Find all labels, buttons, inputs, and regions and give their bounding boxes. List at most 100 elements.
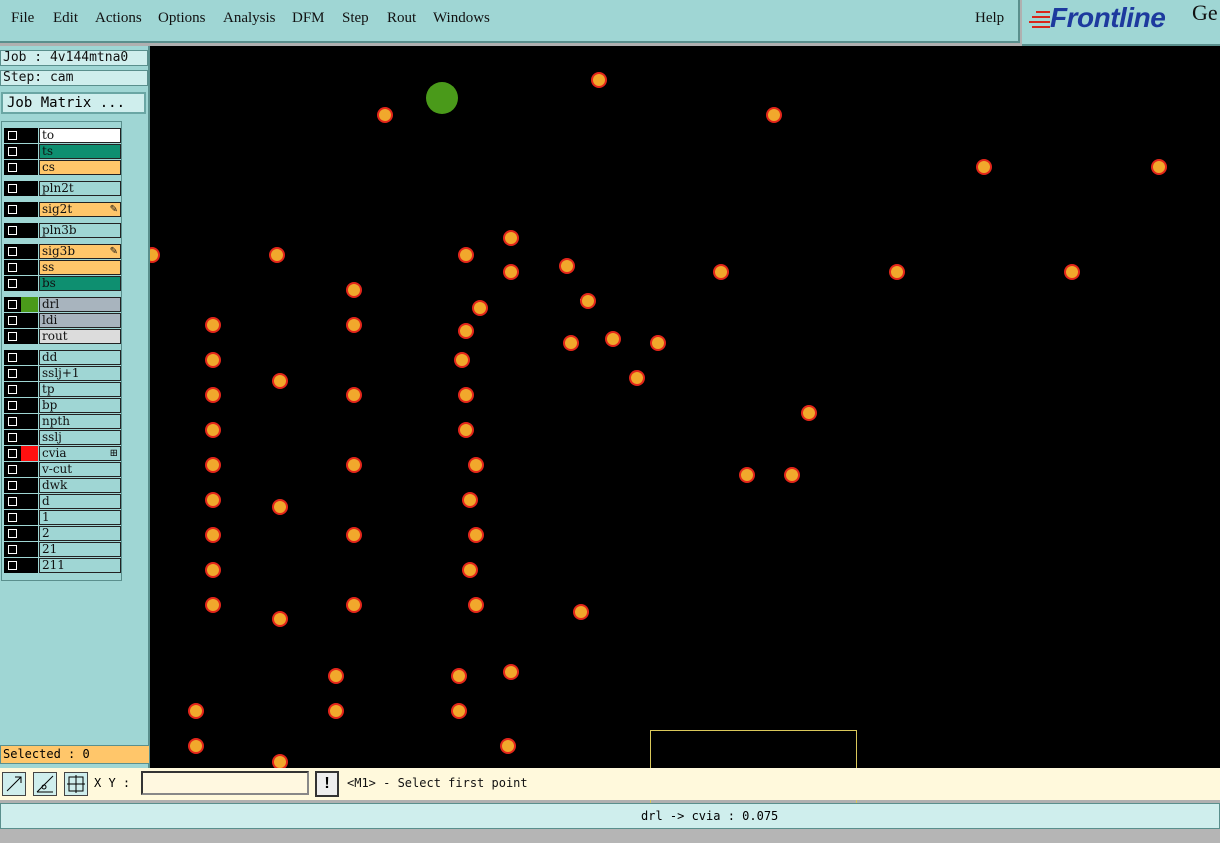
layer-row-ts[interactable]: ts bbox=[4, 144, 122, 159]
layer-row-pln2t[interactable]: pln2t bbox=[4, 181, 122, 196]
layer-name[interactable]: pln3b bbox=[39, 223, 121, 238]
menu-edit[interactable]: Edit bbox=[53, 10, 78, 27]
layer-checkbox[interactable] bbox=[4, 313, 21, 328]
layer-row-v-cut[interactable]: v-cut bbox=[4, 462, 122, 477]
layer-checkbox[interactable] bbox=[4, 297, 21, 312]
layer-row-bp[interactable]: bp bbox=[4, 398, 122, 413]
layer-row-tp[interactable]: tp bbox=[4, 382, 122, 397]
layer-checkbox[interactable] bbox=[4, 144, 21, 159]
layer-checkbox[interactable] bbox=[4, 430, 21, 445]
layer-row-ss[interactable]: ss bbox=[4, 260, 122, 275]
layer-name[interactable]: sig2t ✎ bbox=[39, 202, 121, 217]
layer-name[interactable]: to bbox=[39, 128, 121, 143]
menu-file[interactable]: File bbox=[11, 10, 34, 27]
layer-name[interactable]: ss bbox=[39, 260, 121, 275]
layer-checkbox[interactable] bbox=[4, 526, 21, 541]
layer-name[interactable]: dwk bbox=[39, 478, 121, 493]
layer-checkbox[interactable] bbox=[4, 160, 21, 175]
layer-row-sslj[interactable]: sslj bbox=[4, 430, 122, 445]
layer-name[interactable]: ldi bbox=[39, 313, 121, 328]
layer-name[interactable]: sslj bbox=[39, 430, 121, 445]
layer-checkbox[interactable] bbox=[4, 462, 21, 477]
menu-help[interactable]: Help bbox=[975, 10, 1004, 27]
layer-checkbox[interactable] bbox=[4, 398, 21, 413]
layer-row-dwk[interactable]: dwk bbox=[4, 478, 122, 493]
layer-checkbox[interactable] bbox=[4, 244, 21, 259]
layer-row-dd[interactable]: dd bbox=[4, 350, 122, 365]
graphic-canvas[interactable] bbox=[150, 46, 1220, 768]
layer-checkbox[interactable] bbox=[4, 329, 21, 344]
layer-row-ldi[interactable]: ldi bbox=[4, 313, 122, 328]
layer-checkbox[interactable] bbox=[4, 510, 21, 525]
layer-name[interactable]: 21 bbox=[39, 542, 121, 557]
layer-checkbox[interactable] bbox=[4, 382, 21, 397]
layer-checkbox[interactable] bbox=[4, 128, 21, 143]
menu-rout[interactable]: Rout bbox=[387, 10, 416, 27]
layer-name[interactable]: 2 bbox=[39, 526, 121, 541]
layer-row-sig3b[interactable]: sig3b ✎ bbox=[4, 244, 122, 259]
layer-checkbox[interactable] bbox=[4, 446, 21, 461]
menu-options[interactable]: Options bbox=[158, 10, 206, 27]
layer-row-d[interactable]: d bbox=[4, 494, 122, 509]
layer-checkbox[interactable] bbox=[4, 223, 21, 238]
layer-color-swatch bbox=[21, 350, 38, 365]
layer-row-to[interactable]: to bbox=[4, 128, 122, 143]
layer-row-1[interactable]: 1 bbox=[4, 510, 122, 525]
layer-name[interactable]: 211 bbox=[39, 558, 121, 573]
menu-analysis[interactable]: Analysis bbox=[223, 10, 276, 27]
layer-name[interactable]: tp bbox=[39, 382, 121, 397]
layer-name[interactable]: dd bbox=[39, 350, 121, 365]
layer-row-cs[interactable]: cs bbox=[4, 160, 122, 175]
layer-checkbox[interactable] bbox=[4, 202, 21, 217]
layer-name[interactable]: bs bbox=[39, 276, 121, 291]
pad bbox=[652, 337, 664, 349]
measure-icon[interactable] bbox=[33, 772, 57, 796]
layer-row-drl[interactable]: drl bbox=[4, 297, 122, 312]
zoom-icon[interactable] bbox=[2, 772, 26, 796]
layer-row-sslj+1[interactable]: sslj+1 bbox=[4, 366, 122, 381]
layer-name[interactable]: cs bbox=[39, 160, 121, 175]
layer-row-21[interactable]: 21 bbox=[4, 542, 122, 557]
job-matrix-button[interactable]: Job Matrix ... bbox=[1, 92, 146, 114]
xy-input[interactable] bbox=[141, 771, 309, 795]
menu-dfm[interactable]: DFM bbox=[292, 10, 325, 27]
layer-name[interactable]: d bbox=[39, 494, 121, 509]
layer-row-sig2t[interactable]: sig2t ✎ bbox=[4, 202, 122, 217]
layer-checkbox[interactable] bbox=[4, 260, 21, 275]
layer-name[interactable]: rout bbox=[39, 329, 121, 344]
layer-checkbox[interactable] bbox=[4, 542, 21, 557]
layer-name[interactable]: 1 bbox=[39, 510, 121, 525]
pad bbox=[470, 529, 482, 541]
layer-row-cvia[interactable]: cvia ⊞ bbox=[4, 446, 122, 461]
layer-checkbox[interactable] bbox=[4, 181, 21, 196]
layer-row-bs[interactable]: bs bbox=[4, 276, 122, 291]
layer-name[interactable]: pln2t bbox=[39, 181, 121, 196]
layer-name[interactable]: sig3b ✎ bbox=[39, 244, 121, 259]
menu-actions[interactable]: Actions bbox=[95, 10, 142, 27]
layer-row-pln3b[interactable]: pln3b bbox=[4, 223, 122, 238]
layer-name[interactable]: sslj+1 bbox=[39, 366, 121, 381]
pad bbox=[1066, 266, 1078, 278]
layer-row-211[interactable]: 211 bbox=[4, 558, 122, 573]
menu-step[interactable]: Step bbox=[342, 10, 369, 27]
bang-button[interactable]: ! bbox=[315, 771, 339, 797]
layer-checkbox[interactable] bbox=[4, 366, 21, 381]
menu-windows[interactable]: Windows bbox=[433, 10, 490, 27]
layer-checkbox[interactable] bbox=[4, 494, 21, 509]
layer-row-rout[interactable]: rout bbox=[4, 329, 122, 344]
layer-name[interactable]: drl bbox=[39, 297, 121, 312]
layer-checkbox[interactable] bbox=[4, 350, 21, 365]
layer-name[interactable]: cvia ⊞ bbox=[39, 446, 121, 461]
layer-row-2[interactable]: 2 bbox=[4, 526, 122, 541]
layer-name[interactable]: bp bbox=[39, 398, 121, 413]
layer-row-npth[interactable]: npth bbox=[4, 414, 122, 429]
layer-name[interactable]: npth bbox=[39, 414, 121, 429]
layer-checkbox[interactable] bbox=[4, 414, 21, 429]
layer-checkbox[interactable] bbox=[4, 276, 21, 291]
layer-name[interactable]: ts bbox=[39, 144, 121, 159]
layer-checkbox[interactable] bbox=[4, 558, 21, 573]
layer-checkbox[interactable] bbox=[4, 478, 21, 493]
pad bbox=[505, 232, 517, 244]
grid-icon[interactable] bbox=[64, 772, 88, 796]
layer-name[interactable]: v-cut bbox=[39, 462, 121, 477]
